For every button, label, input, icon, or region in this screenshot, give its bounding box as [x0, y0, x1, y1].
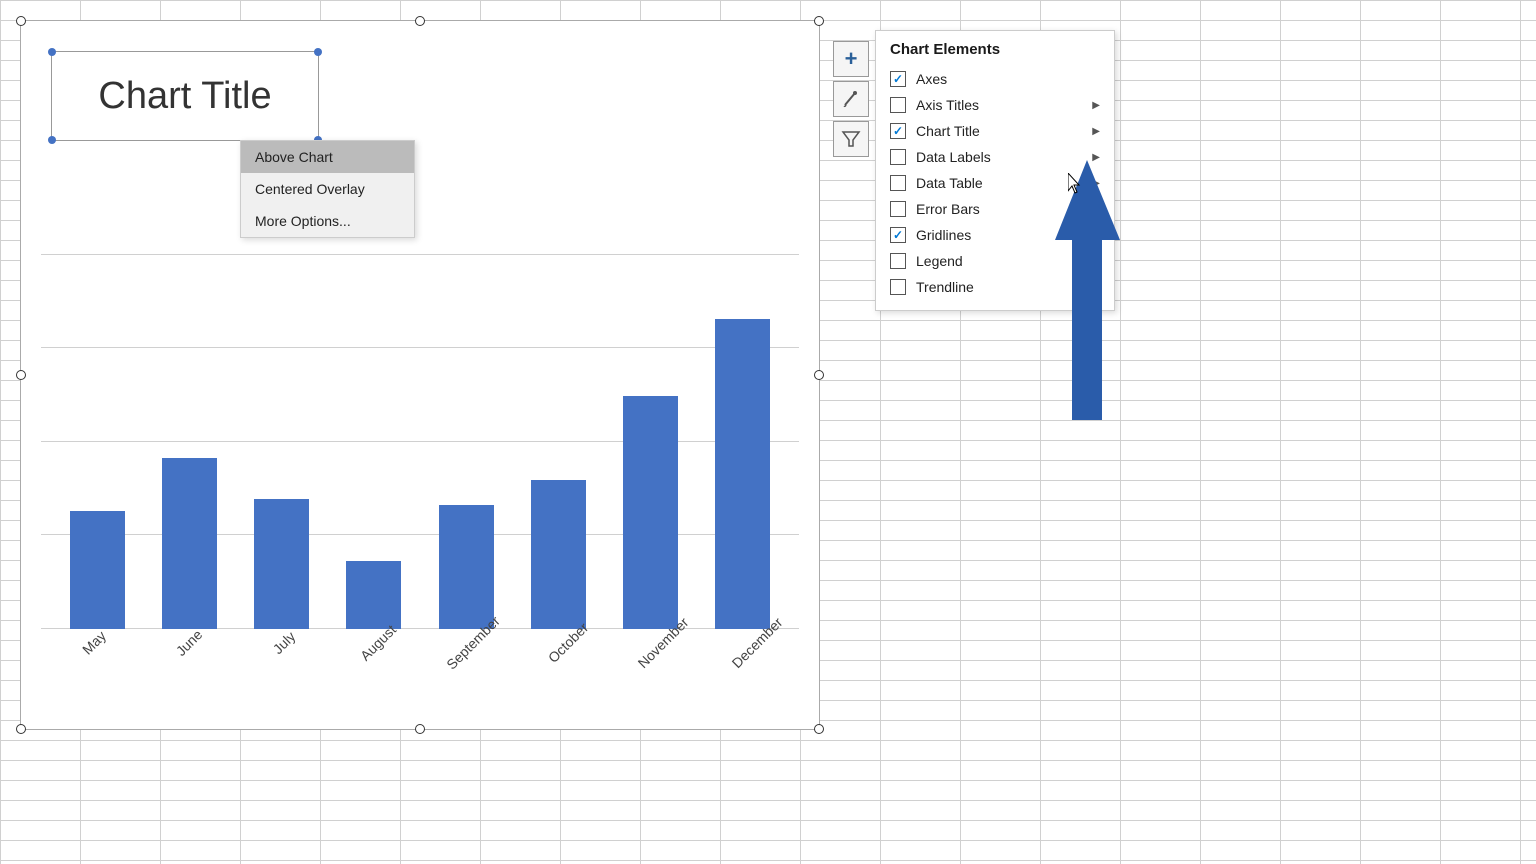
bars-area: [41, 161, 799, 629]
chart-plot-area: [41, 161, 799, 629]
bar-group: [605, 396, 697, 629]
chart-title-container[interactable]: Chart Title: [51, 51, 319, 141]
panel-checkbox[interactable]: [890, 123, 906, 139]
submenu-items-list: Above ChartCentered OverlayMore Options.…: [241, 141, 414, 237]
handle-bot-left[interactable]: [16, 724, 26, 734]
bar-group: [512, 480, 604, 629]
bar-group: [143, 458, 235, 629]
panel-item[interactable]: Axes: [876, 66, 1114, 92]
panel-checkbox[interactable]: [890, 279, 906, 295]
chart-title-submenu: Above ChartCentered OverlayMore Options.…: [240, 140, 415, 238]
panel-item[interactable]: Axis Titles▶: [876, 92, 1114, 118]
handle-bot-right[interactable]: [814, 724, 824, 734]
handle-mid-left[interactable]: [16, 370, 26, 380]
add-element-button[interactable]: +: [833, 41, 869, 77]
submenu-item[interactable]: More Options...: [241, 205, 414, 237]
chart-bar[interactable]: [254, 499, 309, 629]
chart-buttons: +: [833, 41, 869, 157]
handle-top-center[interactable]: [415, 16, 425, 26]
mouse-cursor: [1068, 173, 1084, 195]
title-handle-tl[interactable]: [48, 48, 56, 56]
panel-item-label: Axis Titles: [916, 97, 1092, 113]
panel-checkbox[interactable]: [890, 253, 906, 269]
panel-item-label: Axes: [916, 71, 1100, 87]
chart-bar[interactable]: [162, 458, 217, 629]
handle-top-right[interactable]: [814, 16, 824, 26]
chart-styles-button[interactable]: [833, 81, 869, 117]
panel-checkbox[interactable]: [890, 227, 906, 243]
panel-item-expand-arrow[interactable]: ▶: [1092, 100, 1100, 111]
panel-item[interactable]: Chart Title▶: [876, 118, 1114, 144]
chart-container: Chart Title MayJuneJulyAugustSeptemberOc…: [20, 20, 820, 730]
panel-checkbox[interactable]: [890, 97, 906, 113]
handle-top-left[interactable]: [16, 16, 26, 26]
x-axis-labels: MayJuneJulyAugustSeptemberOctoberNovembe…: [41, 629, 799, 729]
panel-checkbox[interactable]: [890, 149, 906, 165]
blue-arrow: [1055, 160, 1120, 420]
panel-title: Chart Elements: [876, 31, 1114, 66]
chart-bar[interactable]: [623, 396, 678, 629]
submenu-item[interactable]: Above Chart: [241, 141, 414, 173]
submenu-item[interactable]: Centered Overlay: [241, 173, 414, 205]
panel-checkbox[interactable]: [890, 71, 906, 87]
chart-bar[interactable]: [715, 319, 770, 629]
panel-checkbox[interactable]: [890, 175, 906, 191]
bar-group: [697, 319, 789, 629]
panel-item-expand-arrow[interactable]: ▶: [1092, 126, 1100, 137]
chart-title-text: Chart Title: [98, 75, 271, 118]
panel-item-label: Chart Title: [916, 123, 1092, 139]
chart-bar[interactable]: [439, 505, 494, 629]
chart-filters-button[interactable]: [833, 121, 869, 157]
brush-icon: [841, 89, 861, 109]
panel-checkbox[interactable]: [890, 201, 906, 217]
title-handle-bl[interactable]: [48, 136, 56, 144]
title-handle-tr[interactable]: [314, 48, 322, 56]
chart-bar[interactable]: [531, 480, 586, 629]
handle-mid-right[interactable]: [814, 370, 824, 380]
filter-icon: [841, 129, 861, 149]
